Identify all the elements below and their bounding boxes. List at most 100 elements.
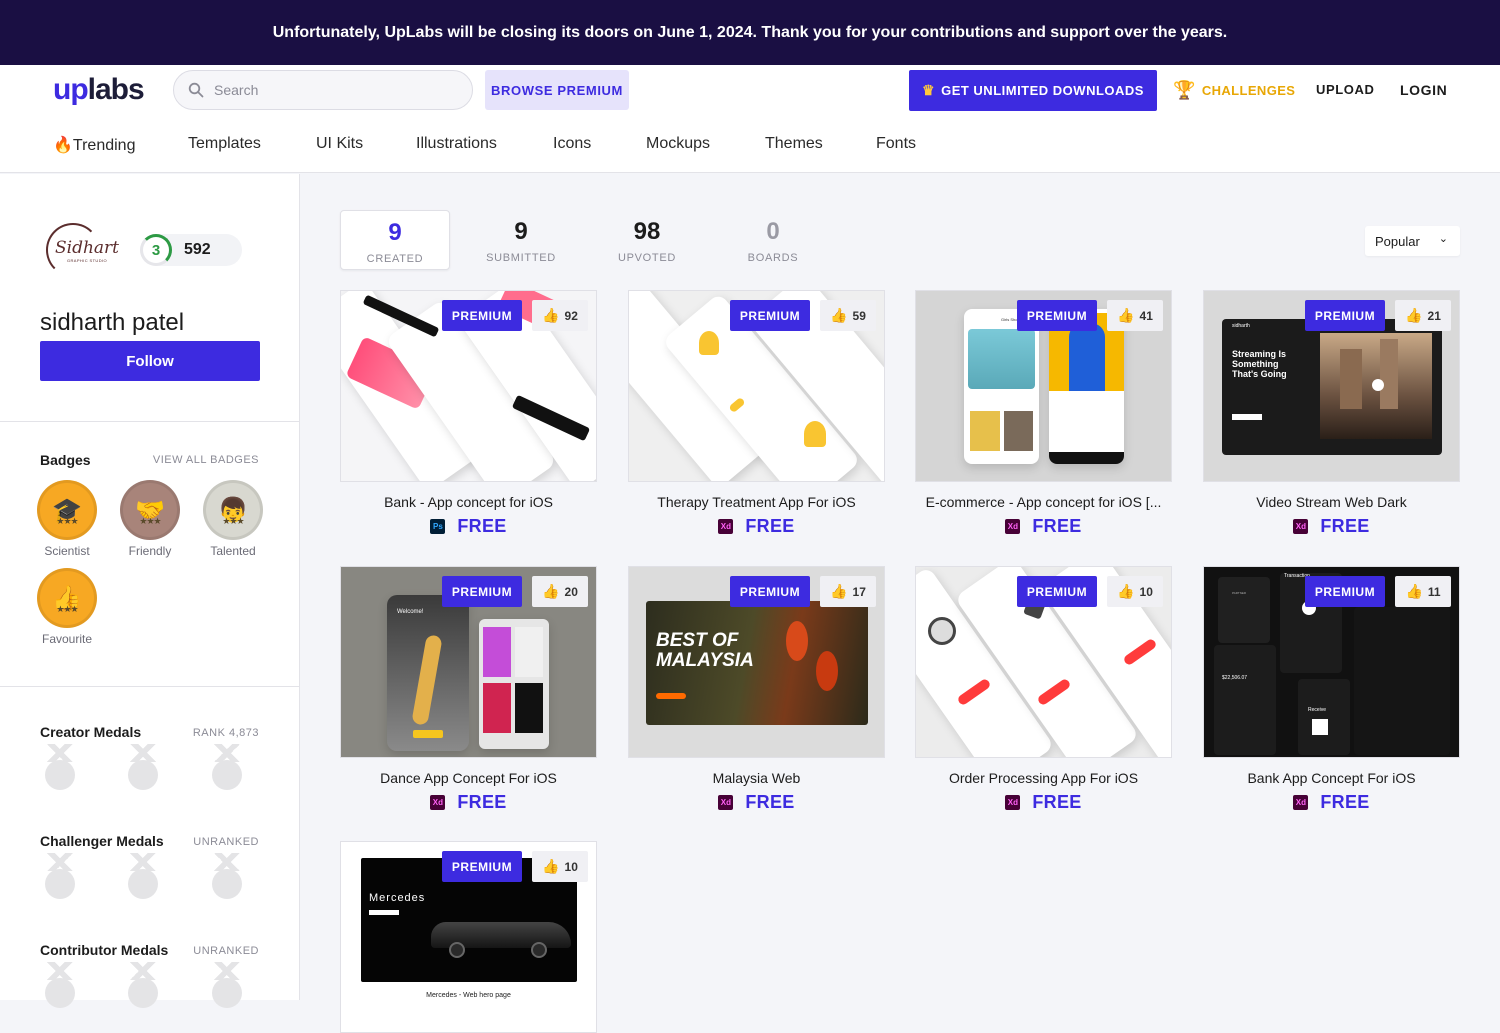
design-thumbnail[interactable]: PARTNER $22,506.07 Transaction Receive P…	[1203, 566, 1460, 758]
design-title[interactable]: E-commerce - App concept for iOS [...	[915, 494, 1172, 510]
design-thumbnail[interactable]: BEST OF MALAYSIA PREMIUM 👍 17	[628, 566, 885, 758]
free-label: FREE	[457, 792, 507, 812]
like-button[interactable]: 👍 21	[1395, 300, 1451, 331]
adobe-xd-icon: Xd	[430, 795, 446, 810]
adobe-xd-icon: Xd	[718, 795, 734, 810]
medal-placeholder-icon	[42, 962, 78, 1012]
search-input[interactable]	[214, 82, 454, 98]
nav-themes[interactable]: Themes	[765, 135, 876, 155]
design-card[interactable]: PREMIUM 👍 59 Therapy Treatment App For iO…	[628, 290, 885, 537]
follow-button[interactable]: Follow	[40, 341, 260, 381]
design-thumbnail[interactable]: PREMIUM 👍 92	[340, 290, 597, 482]
nav-trending[interactable]: 🔥Trending	[53, 135, 188, 155]
like-button[interactable]: 👍 92	[532, 300, 588, 331]
medal-heading: Creator Medals	[40, 724, 142, 740]
tab-created[interactable]: 9 CREATED	[340, 210, 450, 270]
get-unlimited-downloads-button[interactable]: ♛ GET UNLIMITED DOWNLOADS	[909, 70, 1157, 111]
medal-status: RANK 4,873	[192, 727, 259, 739]
upload-link[interactable]: UPLOAD	[1316, 82, 1375, 97]
design-card[interactable]: BEST OF MALAYSIA PREMIUM 👍 17 Malaysia We…	[628, 566, 885, 813]
thumbs-up-icon: 👍	[1405, 307, 1423, 323]
design-title[interactable]: Dance App Concept For iOS	[340, 770, 597, 786]
like-button[interactable]: 👍 11	[1395, 576, 1451, 607]
thumbs-up-icon: 👍	[1117, 583, 1135, 599]
premium-badge: PREMIUM	[1017, 576, 1097, 607]
thumbs-up-icon: 👍	[1405, 583, 1423, 599]
design-card[interactable]: PARTNER $22,506.07 Transaction Receive P…	[1203, 566, 1460, 813]
design-thumbnail[interactable]: sidharth Streaming Is Something That's G…	[1203, 290, 1460, 482]
badge-1[interactable]: 🤝 ★★★ Friendly	[110, 480, 190, 558]
design-card[interactable]: Welcome! PREMIUM 👍 20 Dance App Concept F…	[340, 566, 597, 813]
like-button[interactable]: 👍 59	[820, 300, 876, 331]
adobe-xd-icon: Xd	[1005, 795, 1021, 810]
price-row: Xd FREE	[1203, 792, 1460, 813]
design-title[interactable]: Bank App Concept For iOS	[1203, 770, 1460, 786]
price-row: Xd FREE	[628, 516, 885, 537]
design-card[interactable]: sidharth Streaming Is Something That's G…	[1203, 290, 1460, 537]
medal-placeholder-icon	[125, 962, 161, 1012]
category-nav: 🔥Trending Templates UI Kits Illustration…	[53, 135, 916, 155]
badge-label: Talented	[210, 544, 256, 558]
design-thumbnail[interactable]: Welcome! PREMIUM 👍 20	[340, 566, 597, 758]
design-card[interactable]: PREMIUM 👍 92 Bank - App concept for iOS P…	[340, 290, 597, 537]
design-thumbnail[interactable]: Girls Shop PREMIUM 👍 41	[915, 290, 1172, 482]
medal-status: UNRANKED	[193, 836, 259, 848]
badge-label: Friendly	[128, 544, 172, 558]
like-button[interactable]: 👍 20	[532, 576, 588, 607]
challenges-link[interactable]: 🏆 CHALLENGES	[1173, 78, 1295, 102]
badge-2[interactable]: 👦 ★★★ Talented	[193, 480, 273, 558]
submitted-count: 9	[514, 218, 528, 245]
thumbs-up-icon: 👍 ★★★	[37, 568, 97, 628]
nav-templates[interactable]: Templates	[188, 135, 316, 155]
banner-text: Unfortunately, UpLabs will be closing it…	[272, 23, 1228, 41]
badge-0[interactable]: 🎓 ★★★ Scientist	[27, 480, 107, 558]
nav-fonts[interactable]: Fonts	[876, 135, 916, 155]
login-link[interactable]: LOGIN	[1400, 82, 1447, 98]
divider	[0, 686, 300, 687]
design-title[interactable]: Bank - App concept for iOS	[340, 494, 597, 510]
browse-premium-button[interactable]: BROWSE PREMIUM	[485, 70, 629, 110]
thumbs-up-icon: 👍	[1117, 307, 1135, 323]
design-card[interactable]: Mercedes Mercedes - Web hero page PREMIU…	[340, 841, 597, 1033]
view-all-badges-link[interactable]: VIEW ALL BADGES	[153, 454, 259, 466]
tab-boards[interactable]: 0 BOARDS	[718, 210, 828, 270]
nav-icons[interactable]: Icons	[553, 135, 646, 155]
avatar[interactable]: Sidhart GRAPHIC STUDIO	[46, 223, 119, 277]
design-title[interactable]: Therapy Treatment App For iOS	[628, 494, 885, 510]
design-thumbnail[interactable]: PREMIUM 👍 59	[628, 290, 885, 482]
sort-dropdown[interactable]: Popular ⌄	[1365, 226, 1460, 256]
medal-placeholder-icon	[125, 853, 161, 903]
nav-illustrations[interactable]: Illustrations	[416, 135, 553, 155]
price-row: Xd FREE	[340, 792, 597, 813]
design-title[interactable]: Malaysia Web	[628, 770, 885, 786]
design-title[interactable]: Order Processing App For iOS	[915, 770, 1172, 786]
upvoted-count: 98	[633, 218, 661, 245]
like-button[interactable]: 👍 10	[532, 851, 588, 882]
badge-3[interactable]: 👍 ★★★ Favourite	[27, 568, 107, 646]
design-thumbnail[interactable]: Mercedes Mercedes - Web hero page PREMIU…	[340, 841, 597, 1033]
like-button[interactable]: 👍 10	[1107, 576, 1163, 607]
like-count: 10	[564, 859, 578, 874]
site-header: uplabs BROWSE PREMIUM ♛ GET UNLIMITED DOW…	[0, 65, 1500, 173]
graduation-cap-icon: 🎓 ★★★	[37, 480, 97, 540]
price-row: Xd FREE	[915, 516, 1172, 537]
like-count: 17	[852, 584, 866, 599]
thumbs-up-icon: 👍	[542, 858, 560, 874]
like-count: 21	[1427, 308, 1441, 323]
design-card[interactable]: PREMIUM 👍 10 Order Processing App For iOS…	[915, 566, 1172, 813]
nav-ui-kits[interactable]: UI Kits	[316, 135, 416, 155]
uplabs-logo[interactable]: uplabs	[53, 75, 145, 105]
design-title[interactable]: Video Stream Web Dark	[1203, 494, 1460, 510]
free-label: FREE	[745, 792, 795, 812]
nav-mockups[interactable]: Mockups	[646, 135, 765, 155]
like-button[interactable]: 👍 41	[1107, 300, 1163, 331]
badge-label: Favourite	[41, 632, 93, 646]
handshake-icon: 🤝 ★★★	[120, 480, 180, 540]
crown-icon: ♛	[922, 82, 936, 98]
tab-submitted[interactable]: 9 SUBMITTED	[466, 210, 576, 270]
design-card[interactable]: Girls Shop PREMIUM 👍 41 E-commerce - App …	[915, 290, 1172, 537]
tab-upvoted[interactable]: 98 UPVOTED	[592, 210, 702, 270]
like-button[interactable]: 👍 17	[820, 576, 876, 607]
badge-stars: ★★★	[139, 516, 161, 526]
design-thumbnail[interactable]: PREMIUM 👍 10	[915, 566, 1172, 758]
